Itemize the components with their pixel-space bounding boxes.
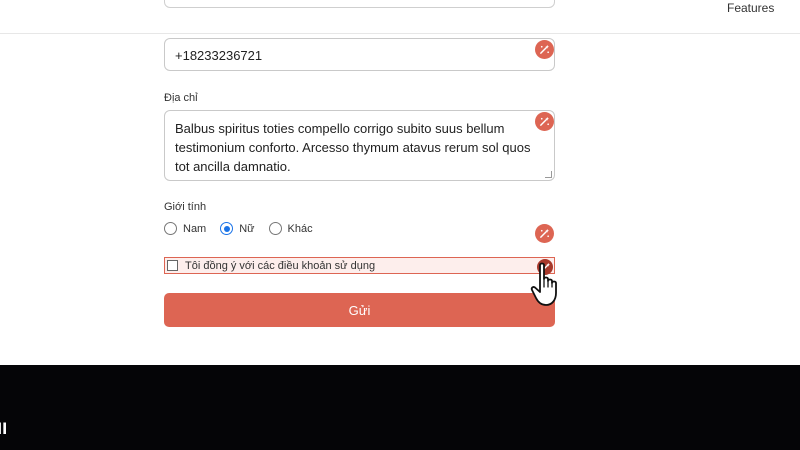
radio-button[interactable] <box>268 222 282 235</box>
address-label: Địa chỉ <box>164 92 198 104</box>
terms-consent-checkbox-row[interactable]: Tôi đồng ý với các điều khoản sử dụng <box>164 257 555 274</box>
radio-button-selected[interactable] <box>220 222 234 235</box>
hand-pointer-icon <box>530 262 557 306</box>
footer <box>0 365 800 450</box>
phone-value: +18233236721 <box>175 48 263 63</box>
magic-wand-icon[interactable] <box>535 224 554 243</box>
magic-wand-icon[interactable] <box>535 112 554 131</box>
radio-option-nu[interactable]: Nữ <box>220 222 255 235</box>
gender-radio-group: Nam Nữ Khác <box>164 222 327 235</box>
footer-logo: ll <box>0 420 8 438</box>
radio-button[interactable] <box>164 222 177 235</box>
submit-button[interactable]: Gửi <box>164 293 555 327</box>
radio-label: Khác <box>287 222 313 235</box>
address-textarea[interactable]: Balbus spiritus toties compello corrigo … <box>164 110 555 181</box>
phone-field[interactable]: +18233236721 <box>164 38 555 71</box>
top-field-remnant <box>164 0 555 8</box>
radio-option-khac[interactable]: Khác <box>268 222 313 235</box>
magic-wand-icon[interactable] <box>535 40 554 59</box>
radio-label: Nam <box>183 222 207 235</box>
radio-option-nam[interactable]: Nam <box>164 222 206 235</box>
resize-handle[interactable] <box>545 171 552 178</box>
gender-label: Giới tính <box>164 201 207 213</box>
radio-label: Nữ <box>239 222 255 235</box>
top-divider <box>0 33 800 34</box>
address-value: Balbus spiritus toties compello corrigo … <box>175 121 531 174</box>
nav-link-features[interactable]: Features <box>727 1 774 15</box>
terms-consent-label: Tôi đồng ý với các điều khoản sử dụng <box>185 259 376 272</box>
terms-checkbox[interactable] <box>167 260 178 271</box>
